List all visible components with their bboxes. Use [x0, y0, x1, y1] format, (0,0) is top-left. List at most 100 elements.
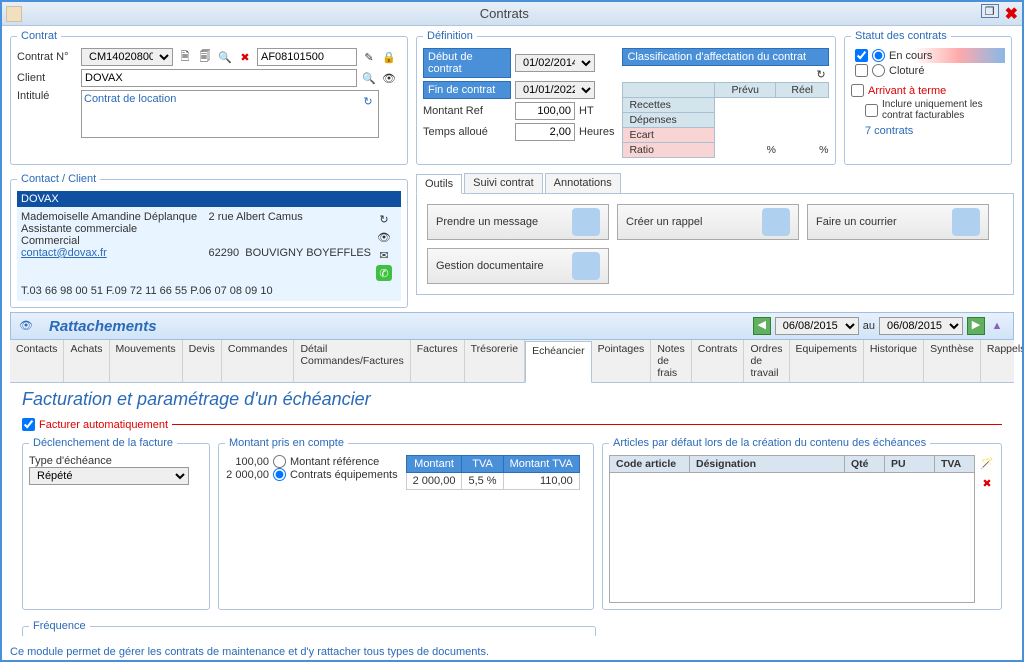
subtab-rappels[interactable]: Rappels	[981, 340, 1022, 382]
binoculars-icon[interactable]: 🔍	[217, 49, 233, 65]
lock-icon[interactable]: 🔒	[381, 49, 397, 65]
type-echeance-select[interactable]: Répété	[29, 467, 189, 485]
intitule-label: Intitulé	[17, 90, 77, 102]
btn-prendre-message[interactable]: Prendre un message	[427, 204, 609, 240]
contrats-count: 7 contrats	[865, 125, 1005, 137]
subtab-historique[interactable]: Historique	[864, 340, 924, 382]
articles-legend: Articles par défaut lors de la création …	[609, 437, 930, 449]
contact-phones: T.03 66 98 00 51 F.09 72 11 66 55 P.06 0…	[21, 285, 397, 297]
temps-unit: Heures	[579, 126, 614, 138]
subtab-contrats[interactable]: Contrats	[692, 340, 745, 382]
contact-role: Assistante commerciale	[21, 223, 209, 235]
tab-outils[interactable]: Outils	[416, 174, 462, 194]
date-to[interactable]: 06/08/2015	[879, 317, 963, 335]
classif-title: Classification d'affectation du contrat	[622, 48, 829, 66]
debut-label: Début de contrat	[423, 48, 511, 78]
type-echeance-label: Type d'échéance	[29, 455, 203, 467]
subtab-synth-se[interactable]: Synthèse	[924, 340, 981, 382]
eye-icon[interactable]: 👁	[376, 229, 392, 245]
articles-body[interactable]	[610, 473, 975, 603]
echeancier-title: Facturation et paramétrage d'un échéanci…	[10, 383, 1014, 416]
contact-company: DOVAX	[17, 191, 401, 207]
montant-ref-label: Montant Ref	[423, 105, 511, 117]
arrivant-check[interactable]	[851, 84, 864, 97]
subtab-ech-ancier[interactable]: Echéancier	[525, 341, 592, 383]
subtab-pointages[interactable]: Pointages	[592, 340, 652, 382]
subtab-achats[interactable]: Achats	[64, 340, 109, 382]
tab-annotations[interactable]: Annotations	[545, 173, 621, 193]
maximize-button[interactable]: ❐	[981, 4, 999, 18]
person-icon	[572, 208, 600, 236]
inclure-check[interactable]	[865, 104, 878, 117]
cloture-check[interactable]	[855, 64, 868, 77]
contrat-legend: Contrat	[17, 30, 61, 42]
art-delete-icon[interactable]: ✖	[979, 475, 995, 491]
delete-icon[interactable]: ✖	[237, 49, 253, 65]
contact-email-link[interactable]: contact@dovax.fr	[21, 247, 107, 259]
titlebar: Contrats ❐ ✖	[2, 2, 1022, 26]
phone-icon[interactable]: ✆	[376, 265, 392, 281]
date-next-button[interactable]: ▶	[967, 317, 985, 335]
subtab-factures[interactable]: Factures	[411, 340, 465, 382]
th-pu[interactable]: PU	[885, 456, 935, 473]
footer-text: Ce module permet de gérer les contrats d…	[10, 646, 489, 658]
btn-faire-courrier[interactable]: Faire un courrier	[807, 204, 989, 240]
fin-label: Fin de contrat	[423, 81, 511, 99]
montant-unit: HT	[579, 105, 594, 117]
montant-pris-legend: Montant pris en compte	[225, 437, 348, 449]
client-edit-icon[interactable]: 👁	[381, 70, 397, 86]
debut-date[interactable]: 01/02/2014	[515, 54, 595, 72]
btn-creer-rappel[interactable]: Créer un rappel	[617, 204, 799, 240]
client-search-icon[interactable]: 🔍	[361, 70, 377, 86]
th-tva[interactable]: TVA	[935, 456, 975, 473]
date-prev-button[interactable]: ◀	[753, 317, 771, 335]
fin-date[interactable]: 01/01/2022	[515, 81, 595, 99]
th-code[interactable]: Code article	[610, 456, 690, 473]
subtab-ordres-de-travail[interactable]: Ordres de travail	[744, 340, 789, 382]
folder-icon	[572, 252, 600, 280]
classif-refresh-icon[interactable]: ↻	[813, 66, 829, 82]
rattachements-title: Rattachements	[49, 318, 157, 335]
contact-legend: Contact / Client	[17, 173, 100, 185]
montant-ref-radio[interactable]	[273, 455, 286, 468]
contrat-fieldset: Contrat Contrat N° CM14020800 🗎 🗐 🔍 ✖ ✎ …	[10, 30, 408, 165]
wizard-icon[interactable]: 🪄	[979, 455, 995, 471]
subtab-devis[interactable]: Devis	[183, 340, 222, 382]
subtab-contacts[interactable]: Contacts	[10, 340, 64, 382]
paste-icon[interactable]: 🗐	[197, 49, 213, 65]
client-input[interactable]	[81, 69, 357, 87]
temps-input[interactable]	[515, 123, 575, 141]
btn-gestion-doc[interactable]: Gestion documentaire	[427, 248, 609, 284]
en-cours-radio[interactable]	[872, 49, 885, 62]
contrat-num-select[interactable]: CM14020800	[81, 48, 173, 66]
en-cours-check[interactable]	[855, 49, 868, 62]
contact-fieldset: Contact / Client DOVAX Mademoiselle Aman…	[10, 173, 408, 308]
intitule-area[interactable]: Contrat de location ↻	[81, 90, 379, 138]
subtab-tr-sorerie[interactable]: Trésorerie	[465, 340, 525, 382]
contact-refresh-icon[interactable]: ↻	[376, 211, 392, 227]
refresh-icon[interactable]: ↻	[360, 93, 376, 109]
close-button[interactable]: ✖	[1005, 4, 1018, 24]
montant-ref-input[interactable]	[515, 102, 575, 120]
subtab-equipements[interactable]: Equipements	[790, 340, 864, 382]
th-prevu: Prévu	[715, 83, 776, 98]
mail-icon[interactable]: ✉	[376, 247, 392, 263]
up-arrow-icon[interactable]: ▲	[989, 318, 1005, 334]
cloture-radio[interactable]	[872, 64, 885, 77]
date-from[interactable]: 06/08/2015	[775, 317, 859, 335]
tab-suivi[interactable]: Suivi contrat	[464, 173, 543, 193]
window-title: Contrats	[28, 6, 981, 21]
megaphone-icon	[762, 208, 790, 236]
subtab-notes-de-frais[interactable]: Notes de frais	[651, 340, 691, 382]
subtab-d-tail-commandes-factures[interactable]: Détail Commandes/Factures	[294, 340, 410, 382]
letter-icon	[952, 208, 980, 236]
th-qte[interactable]: Qté	[845, 456, 885, 473]
copy-icon[interactable]: 🗎	[177, 49, 193, 65]
th-desig[interactable]: Désignation	[690, 456, 845, 473]
subtab-commandes[interactable]: Commandes	[222, 340, 295, 382]
edit-icon[interactable]: ✎	[361, 49, 377, 65]
subtab-mouvements[interactable]: Mouvements	[110, 340, 183, 382]
facturer-auto-check[interactable]	[22, 418, 35, 431]
contrat-ref-input[interactable]	[257, 48, 357, 66]
contrats-eq-radio[interactable]	[273, 468, 286, 481]
